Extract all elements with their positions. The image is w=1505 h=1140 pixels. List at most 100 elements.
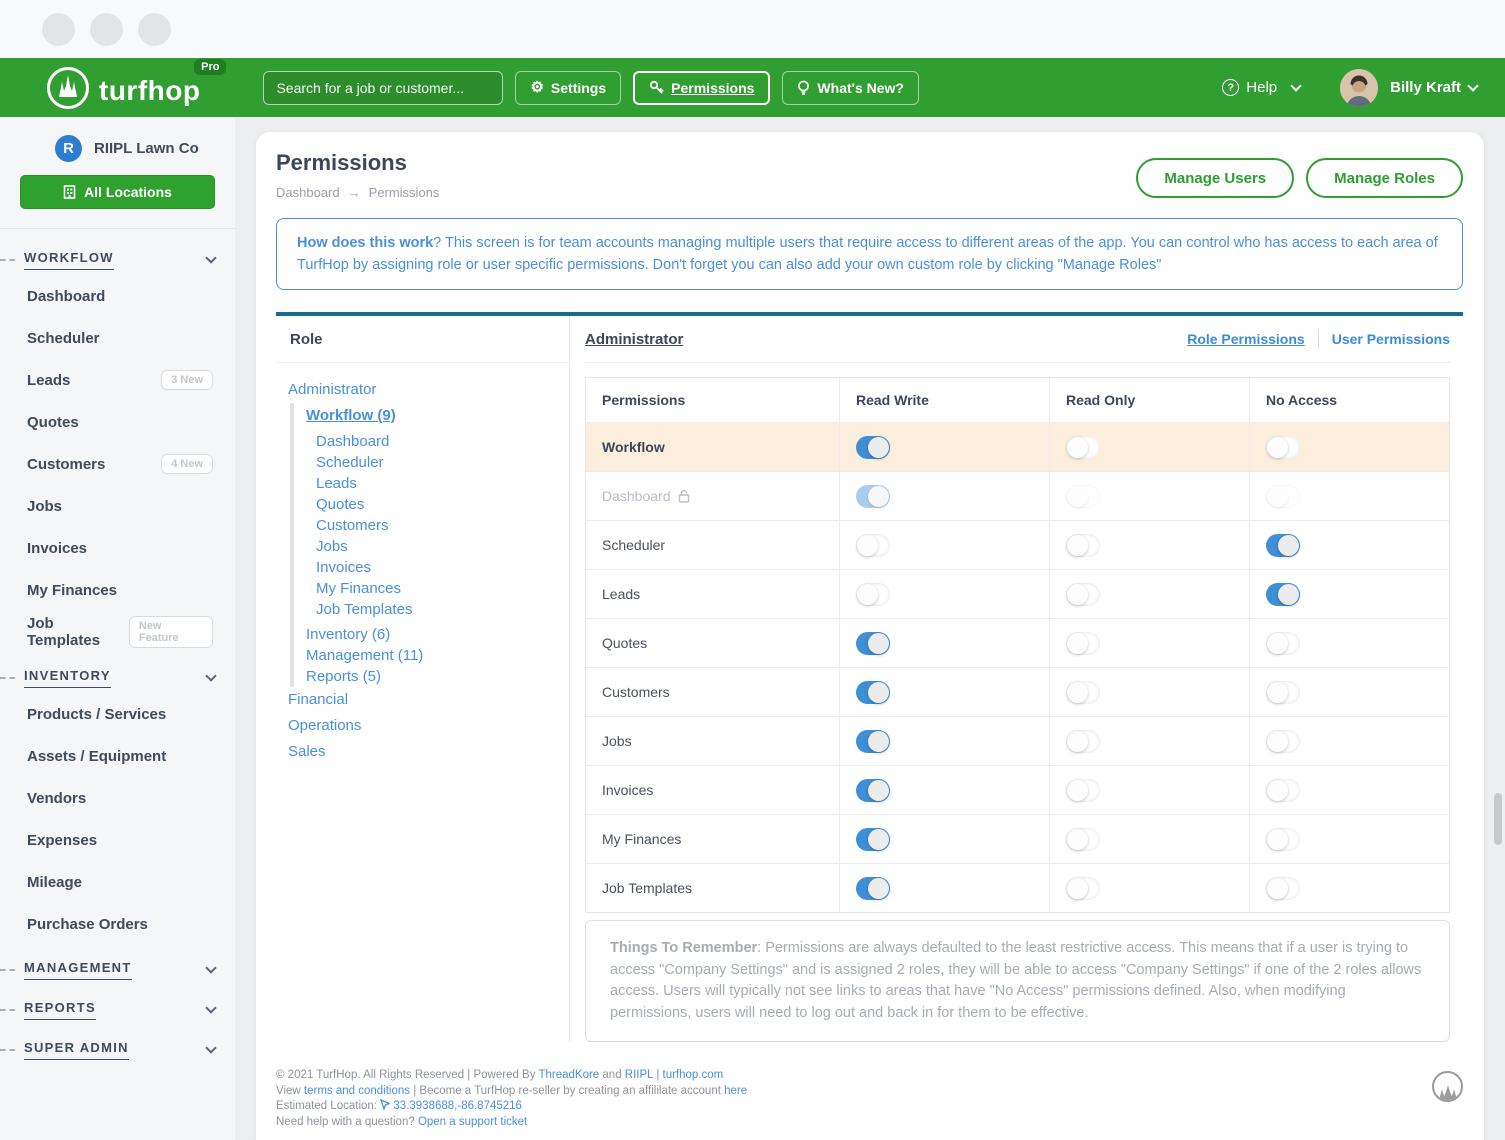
window-control-dot[interactable] [138,13,171,46]
read-write-toggle-invoices[interactable] [856,779,890,802]
sidebar-item-expenses[interactable]: Expenses [0,819,235,861]
sidebar-section-super-admin[interactable]: SUPER ADMIN [0,1035,235,1065]
manage-users-button[interactable]: Manage Users [1136,158,1294,198]
sidebar-item-job-templates[interactable]: Job TemplatesNew Feature [0,611,235,653]
sidebar-item-quotes[interactable]: Quotes [0,401,235,443]
tree-group-management-11[interactable]: Management (11) [306,645,569,666]
riipl-link[interactable]: RIIPL [625,1069,653,1081]
tree-item-invoices[interactable]: Invoices [306,557,569,578]
sidebar-item-leads[interactable]: Leads3 New [0,359,235,401]
read-write-toggle-jobs[interactable] [856,730,890,753]
no-access-toggle-job-templates[interactable] [1266,877,1300,900]
no-access-toggle-quotes[interactable] [1266,632,1300,655]
terms-link[interactable]: terms and conditions [304,1085,410,1097]
search-input[interactable] [263,71,503,105]
tab-role-permissions[interactable]: Role Permissions [1187,331,1305,347]
read-only-toggle-workflow[interactable] [1066,436,1100,459]
no-access-toggle-my-finances[interactable] [1266,828,1300,851]
read-only-toggle-my-finances[interactable] [1066,828,1100,851]
sidebar-section-reports[interactable]: REPORTS [0,995,235,1025]
window-control-dot[interactable] [90,13,123,46]
no-access-toggle-invoices[interactable] [1266,779,1300,802]
tree-role-administrator[interactable]: Administrator [288,377,569,403]
read-write-toggle-quotes[interactable] [856,632,890,655]
read-only-toggle-leads[interactable] [1066,583,1100,606]
brand-logo-group[interactable]: turfhop Pro [45,65,200,111]
all-locations-button[interactable]: All Locations [20,175,215,209]
sidebar-section-inventory[interactable]: INVENTORY [0,663,235,693]
user-name[interactable]: Billy Kraft [1390,79,1461,96]
toggle-cell [1049,815,1249,863]
footer-line-copyright: © 2021 TurfHop. All Rights Reserved | Po… [276,1068,1463,1084]
read-write-toggle-my-finances[interactable] [856,828,890,851]
read-write-toggle-job-templates[interactable] [856,877,890,900]
tree-group-workflow-9[interactable]: Workflow (9) [306,403,569,429]
no-access-toggle-customers[interactable] [1266,681,1300,704]
tree-item-my-finances[interactable]: My Finances [306,578,569,599]
no-access-toggle-scheduler[interactable] [1266,534,1300,557]
permissions-button[interactable]: Permissions [633,71,770,105]
sidebar-item-purchase-orders[interactable]: Purchase Orders [0,903,235,945]
toggle-cell [839,815,1049,863]
no-access-toggle-jobs[interactable] [1266,730,1300,753]
toggle-knob [1067,535,1088,556]
breadcrumb-dashboard[interactable]: Dashboard [276,185,340,200]
tree-item-job-templates[interactable]: Job Templates [306,599,569,620]
sidebar-section-workflow[interactable]: WORKFLOW [0,245,235,275]
sidebar-item-assets-equipment[interactable]: Assets / Equipment [0,735,235,777]
no-access-toggle-workflow[interactable] [1266,436,1300,459]
vertical-scrollbar-thumb[interactable] [1494,793,1502,845]
read-only-toggle-quotes[interactable] [1066,632,1100,655]
no-access-toggle-leads[interactable] [1266,583,1300,606]
toggle-knob [1278,584,1299,605]
tree-role-sales[interactable]: Sales [288,739,569,765]
company-row[interactable]: R RIIPL Lawn Co [0,135,235,162]
tree-item-customers[interactable]: Customers [306,515,569,536]
sidebar-item-scheduler[interactable]: Scheduler [0,317,235,359]
sidebar-item-products-services[interactable]: Products / Services [0,693,235,735]
turfhop-com-link[interactable]: turfhop.com [663,1069,724,1081]
tree-role-financial[interactable]: Financial [288,687,569,713]
selected-role-link[interactable]: Administrator [585,331,683,348]
tree-item-jobs[interactable]: Jobs [306,536,569,557]
read-only-toggle-job-templates[interactable] [1066,877,1100,900]
tree-group-reports-5[interactable]: Reports (5) [306,666,569,687]
user-avatar[interactable] [1340,69,1378,107]
tab-user-permissions[interactable]: User Permissions [1332,331,1450,347]
sidebar-item-dashboard[interactable]: Dashboard [0,275,235,317]
tree-item-leads[interactable]: Leads [306,473,569,494]
read-write-toggle-scheduler[interactable] [856,534,890,557]
tree-item-scheduler[interactable]: Scheduler [306,452,569,473]
tree-item-dashboard[interactable]: Dashboard [306,431,569,452]
sidebar-item-my-finances[interactable]: My Finances [0,569,235,611]
sidebar-item-invoices[interactable]: Invoices [0,527,235,569]
read-only-toggle-jobs[interactable] [1066,730,1100,753]
tree-role-operations[interactable]: Operations [288,713,569,739]
whats-new-button[interactable]: What's New? [782,71,919,105]
read-only-toggle-customers[interactable] [1066,681,1100,704]
affiliate-here-link[interactable]: here [724,1085,747,1097]
chevron-down-icon[interactable] [1467,80,1478,91]
support-ticket-link[interactable]: Open a support ticket [418,1116,527,1128]
manage-roles-button[interactable]: Manage Roles [1306,158,1463,198]
read-write-toggle-customers[interactable] [856,681,890,704]
read-write-toggle-leads[interactable] [856,583,890,606]
settings-button[interactable]: ⚙ Settings [515,71,621,105]
breadcrumb-permissions[interactable]: Permissions [369,185,440,200]
window-control-dot[interactable] [42,13,75,46]
help-menu[interactable]: ? Help [1222,79,1300,96]
sidebar-item-customers[interactable]: Customers4 New [0,443,235,485]
read-only-toggle-scheduler[interactable] [1066,534,1100,557]
sidebar-section-management[interactable]: MANAGEMENT [0,955,235,985]
read-write-toggle-workflow[interactable] [856,436,890,459]
turfhop-widget-logo[interactable] [1432,1071,1463,1102]
sidebar-item-mileage[interactable]: Mileage [0,861,235,903]
toggle-cell [1249,864,1449,912]
sidebar-item-jobs[interactable]: Jobs [0,485,235,527]
threadkore-link[interactable]: ThreadKore [538,1069,599,1081]
sidebar-item-vendors[interactable]: Vendors [0,777,235,819]
tree-group-inventory-6[interactable]: Inventory (6) [306,624,569,645]
coordinates-link[interactable]: 33.3938688,-86.8745216 [393,1100,522,1112]
tree-item-quotes[interactable]: Quotes [306,494,569,515]
read-only-toggle-invoices[interactable] [1066,779,1100,802]
